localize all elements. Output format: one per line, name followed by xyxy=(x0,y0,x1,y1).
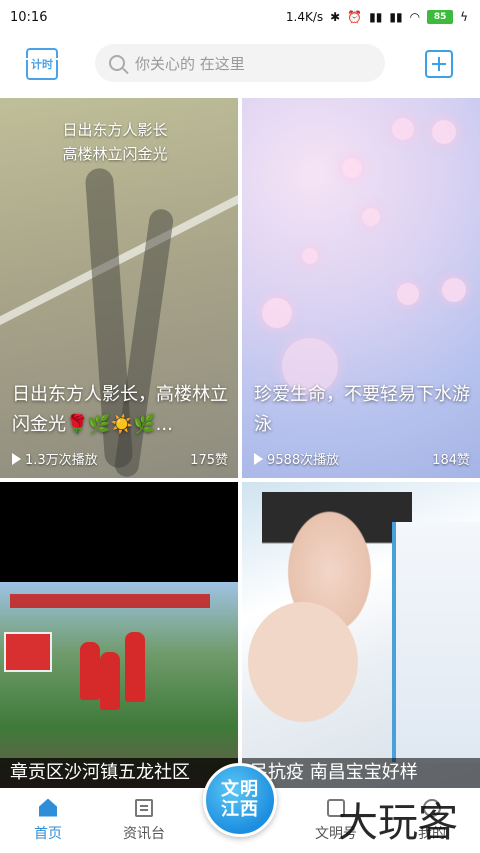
overlay-line: 高楼林立闪金光 xyxy=(62,145,168,163)
baby-figure xyxy=(248,602,358,722)
feed-card[interactable]: 日出东方人影长 高楼林立闪金光 日出东方人影长，高楼林立闪金光🌹🌿☀️🌿... … xyxy=(0,98,238,478)
like-count: 175赞 xyxy=(190,453,228,468)
status-time: 10:16 xyxy=(10,9,48,25)
alarm-icon: ⏰ xyxy=(347,10,363,24)
scan-timer-button[interactable]: 计时 xyxy=(24,48,60,80)
search-icon xyxy=(109,55,125,71)
red-banner xyxy=(10,594,210,608)
play-icon xyxy=(12,452,21,465)
card-meta: 9588次播放 184赞 xyxy=(254,449,470,468)
play-count: 9588次播放 xyxy=(254,449,339,468)
news-icon xyxy=(135,798,153,817)
video-caption: 章贡区沙河镇五龙社区 xyxy=(0,758,238,788)
bokeh-light xyxy=(342,158,362,178)
wifi-icon: ◠ xyxy=(409,10,421,24)
bokeh-light xyxy=(302,248,318,264)
nav-home[interactable]: 首页 xyxy=(0,788,96,853)
play-icon xyxy=(254,452,263,465)
notice-sign xyxy=(4,632,52,672)
watermark-logo: 大玩客 xyxy=(338,800,458,846)
wenming-jiangxi-button[interactable]: 文明 江西 xyxy=(203,763,277,837)
volunteer-figure xyxy=(100,652,120,710)
status-icons: 1.4K/s ✱ ⏰ ▮▮ ▮▮ ◠ 85 ϟ xyxy=(286,10,468,24)
like-count: 184赞 xyxy=(432,453,470,468)
feed-card[interactable]: 章贡区沙河镇五龙社区 xyxy=(0,482,238,788)
nav-home-label: 首页 xyxy=(34,825,62,842)
play-count-text: 9588次播放 xyxy=(267,453,340,468)
scan-timer-icon: 计时 xyxy=(31,58,53,71)
play-count-text: 1.3万次播放 xyxy=(25,453,98,468)
bokeh-light xyxy=(262,298,292,328)
bokeh-light xyxy=(397,283,419,305)
bokeh-light xyxy=(392,118,414,140)
nav-news-label: 资讯台 xyxy=(123,825,165,842)
home-icon xyxy=(39,798,57,817)
video-overlay-text: 日出东方人影长 高楼林立闪金光 xyxy=(40,118,190,166)
overlay-line: 日出东方人影长 xyxy=(62,121,168,139)
status-bar: 10:16 1.4K/s ✱ ⏰ ▮▮ ▮▮ ◠ 85 ϟ xyxy=(0,0,480,34)
charging-icon: ϟ xyxy=(460,10,468,24)
search-bar[interactable]: 你关心的 在这里 xyxy=(95,44,385,82)
bokeh-light xyxy=(432,120,456,144)
video-caption: 民抗疫 南昌宝宝好样 xyxy=(242,758,480,788)
bokeh-light xyxy=(442,278,466,302)
signal2-icon: ▮▮ xyxy=(389,10,403,24)
volunteer-figure xyxy=(125,632,145,702)
top-header: 计时 你关心的 在这里 xyxy=(0,34,480,96)
card-meta: 1.3万次播放 175赞 xyxy=(12,449,228,468)
volunteer-figure xyxy=(80,642,100,700)
feed-card[interactable]: 民抗疫 南昌宝宝好样 xyxy=(242,482,480,788)
card-title: 珍爱生命，不要轻易下水游泳 xyxy=(254,384,470,435)
play-count: 1.3万次播放 xyxy=(12,449,98,468)
battery-icon: 85 xyxy=(427,10,454,24)
video-feed-grid: 日出东方人影长 高楼林立闪金光 日出东方人影长，高楼林立闪金光🌹🌿☀️🌿... … xyxy=(0,98,480,788)
bokeh-light xyxy=(362,208,380,226)
search-placeholder: 你关心的 在这里 xyxy=(135,54,245,73)
signal-icon: ▮▮ xyxy=(369,10,383,24)
center-badge-line: 江西 xyxy=(221,799,259,820)
add-button[interactable] xyxy=(425,50,453,78)
nav-news[interactable]: 资讯台 xyxy=(96,788,192,853)
center-badge-line: 文明 xyxy=(221,779,259,800)
protective-suit xyxy=(392,522,480,762)
card-title: 日出东方人影长，高楼林立闪金光🌹🌿☀️🌿... xyxy=(12,384,228,435)
bluetooth-icon: ✱ xyxy=(330,10,341,24)
feed-card[interactable]: 珍爱生命，不要轻易下水游泳 9588次播放 184赞 xyxy=(242,98,480,478)
net-speed: 1.4K/s xyxy=(285,10,324,24)
